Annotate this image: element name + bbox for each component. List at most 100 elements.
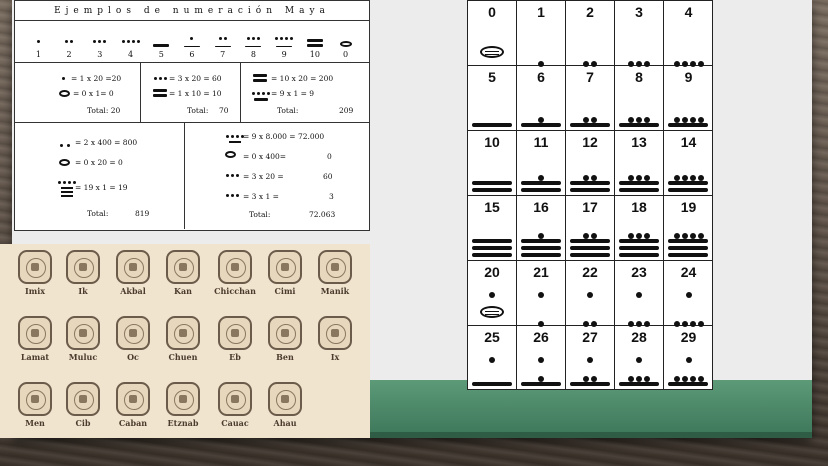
example-20-total: Total: 20: [87, 106, 121, 115]
day-sign-men: Men: [10, 382, 60, 428]
numeral-cell-16: 16: [517, 196, 566, 261]
examples-title: Ejemplos de numeración Maya: [15, 1, 369, 21]
day-sign-lamat: Lamat: [10, 316, 60, 362]
numeral-cell-11: 11: [517, 131, 566, 196]
day-sign-label: Etznab: [167, 418, 199, 428]
five-bar: [472, 382, 512, 386]
example-72063-total-value: 72.063: [309, 210, 336, 219]
five-bar: [521, 246, 561, 250]
day-sign-label: Chuen: [168, 352, 198, 362]
five-bar: [570, 253, 610, 257]
day-sign-ahau: Ahau: [260, 382, 310, 428]
numeral-cell-25: 25: [468, 326, 517, 390]
example-209: = 10 x 20 = 200 = 9 x 1 = 9 Total: 209: [241, 63, 369, 122]
day-sign-cib: Cib: [58, 382, 108, 428]
numeral-cell-2: 2: [566, 1, 615, 67]
examples-row-3: = 2 x 400 = 800 = 0 x 20 = 0 = 19 x 1 = …: [15, 123, 369, 229]
numeral-cell-18: 18: [615, 196, 664, 261]
zero-shell-icon: [480, 306, 504, 318]
glyph-9: 9: [272, 25, 296, 59]
unit-dots: [615, 224, 663, 243]
numeral-label: 13: [631, 134, 647, 150]
glyph-2: 2: [57, 25, 81, 59]
glyph-6: 6: [180, 25, 204, 59]
numeral-label: 25: [484, 329, 500, 345]
unit-dots: [517, 166, 565, 185]
five-bar: [668, 253, 708, 257]
day-sign-ben: Ben: [260, 316, 310, 362]
example-70-line-2: = 1 x 10 = 10: [169, 89, 222, 98]
numeral-label: 3: [635, 4, 643, 20]
numeral-cell-12: 12: [566, 131, 615, 196]
example-72063-line-2-value: 0: [327, 152, 332, 161]
example-819-line-3: = 19 x 1 = 19: [75, 183, 128, 192]
numeral-label: 1: [537, 4, 545, 20]
day-sign-label: Cib: [75, 418, 91, 428]
day-sign-glyph-icon: [18, 382, 52, 416]
numeral-label: 26: [533, 329, 549, 345]
example-209-total-label: Total:: [277, 106, 299, 115]
example-819-total-value: 819: [135, 209, 150, 218]
day-sign-ik: Ik: [58, 250, 108, 296]
upper-level-dot: [664, 283, 713, 302]
day-sign-kan: Kan: [158, 250, 208, 296]
glyph-10: 10: [303, 25, 327, 59]
unit-dots: [615, 166, 663, 185]
five-bar: [472, 188, 512, 192]
day-sign-label: Chicchan: [214, 286, 256, 296]
glyph-7: 7: [211, 25, 235, 59]
numeral-label: 24: [680, 264, 697, 280]
numeral-label: 14: [680, 134, 697, 150]
numeral-label: 20: [484, 264, 500, 280]
day-sign-label: Ik: [78, 286, 88, 296]
numeral-cell-21: 21: [517, 261, 566, 327]
upper-level-dot: [566, 348, 614, 367]
day-sign-glyph-icon: [116, 250, 150, 284]
numeral-label: 6: [537, 69, 545, 85]
day-sign-cimi: Cimi: [260, 250, 310, 296]
day-sign-manik: Manik: [310, 250, 360, 296]
numeral-cell-7: 7: [566, 66, 615, 131]
numeral-label: 4: [684, 4, 693, 20]
unit-dots: [615, 108, 663, 127]
example-72063-line-2: = 0 x 400=: [243, 152, 287, 161]
maya-numerals-grid: 0 1 2 3 4 5 6 7 8 9 10 11 12 13 14 15 16 17 18 19 20 21 22 23 24…: [467, 0, 713, 390]
unit-dots: [664, 367, 713, 386]
unit-dots: [664, 108, 713, 127]
upper-level-dot: [664, 348, 713, 367]
glyph-4: 4: [119, 25, 143, 59]
day-sign-glyph-icon: [218, 250, 252, 284]
day-sign-label: Cimi: [274, 286, 296, 296]
upper-level-dot: [468, 348, 516, 367]
numeral-cell-13: 13: [615, 131, 664, 196]
day-sign-glyph-icon: [66, 382, 100, 416]
day-sign-glyph-icon: [166, 316, 200, 350]
numeral-label: 18: [631, 199, 647, 215]
day-sign-glyph-icon: [218, 382, 252, 416]
five-bar: [472, 253, 512, 257]
example-20-line-1: = 1 x 20 =20: [71, 74, 122, 83]
day-sign-glyph-icon: [166, 250, 200, 284]
numeral-label: 9: [684, 69, 693, 85]
day-sign-label: Caban: [118, 418, 148, 428]
example-72063-line-4-value: 3: [329, 192, 334, 201]
example-20-line-2: = 0 x 1= 0: [73, 89, 114, 98]
day-sign-glyph-icon: [218, 316, 252, 350]
day-sign-ix: Ix: [310, 316, 360, 362]
example-819-total-label: Total:: [87, 209, 109, 218]
day-sign-label: Kan: [174, 286, 192, 296]
five-bar: [472, 181, 512, 185]
numeral-cell-22: 22: [566, 261, 615, 327]
example-72063-line-4: = 3 x 1 =: [243, 192, 279, 201]
example-819-line-1: = 2 x 400 = 800: [75, 138, 138, 147]
numeral-cell-9: 9: [664, 66, 713, 131]
unit-dots: [517, 367, 565, 386]
upper-level-dot: [517, 348, 565, 367]
day-sign-label: Ben: [276, 352, 294, 362]
numeral-cell-10: 10: [468, 131, 517, 196]
numerals-1-to-10-row: 1 2 3 4 5 6 7 8 9 10 0: [15, 21, 369, 63]
example-70-total-value: 70: [219, 106, 229, 115]
numeral-cell-20: 20: [468, 261, 517, 326]
five-bar: [472, 239, 512, 243]
example-72063-total-label: Total:: [249, 210, 271, 219]
